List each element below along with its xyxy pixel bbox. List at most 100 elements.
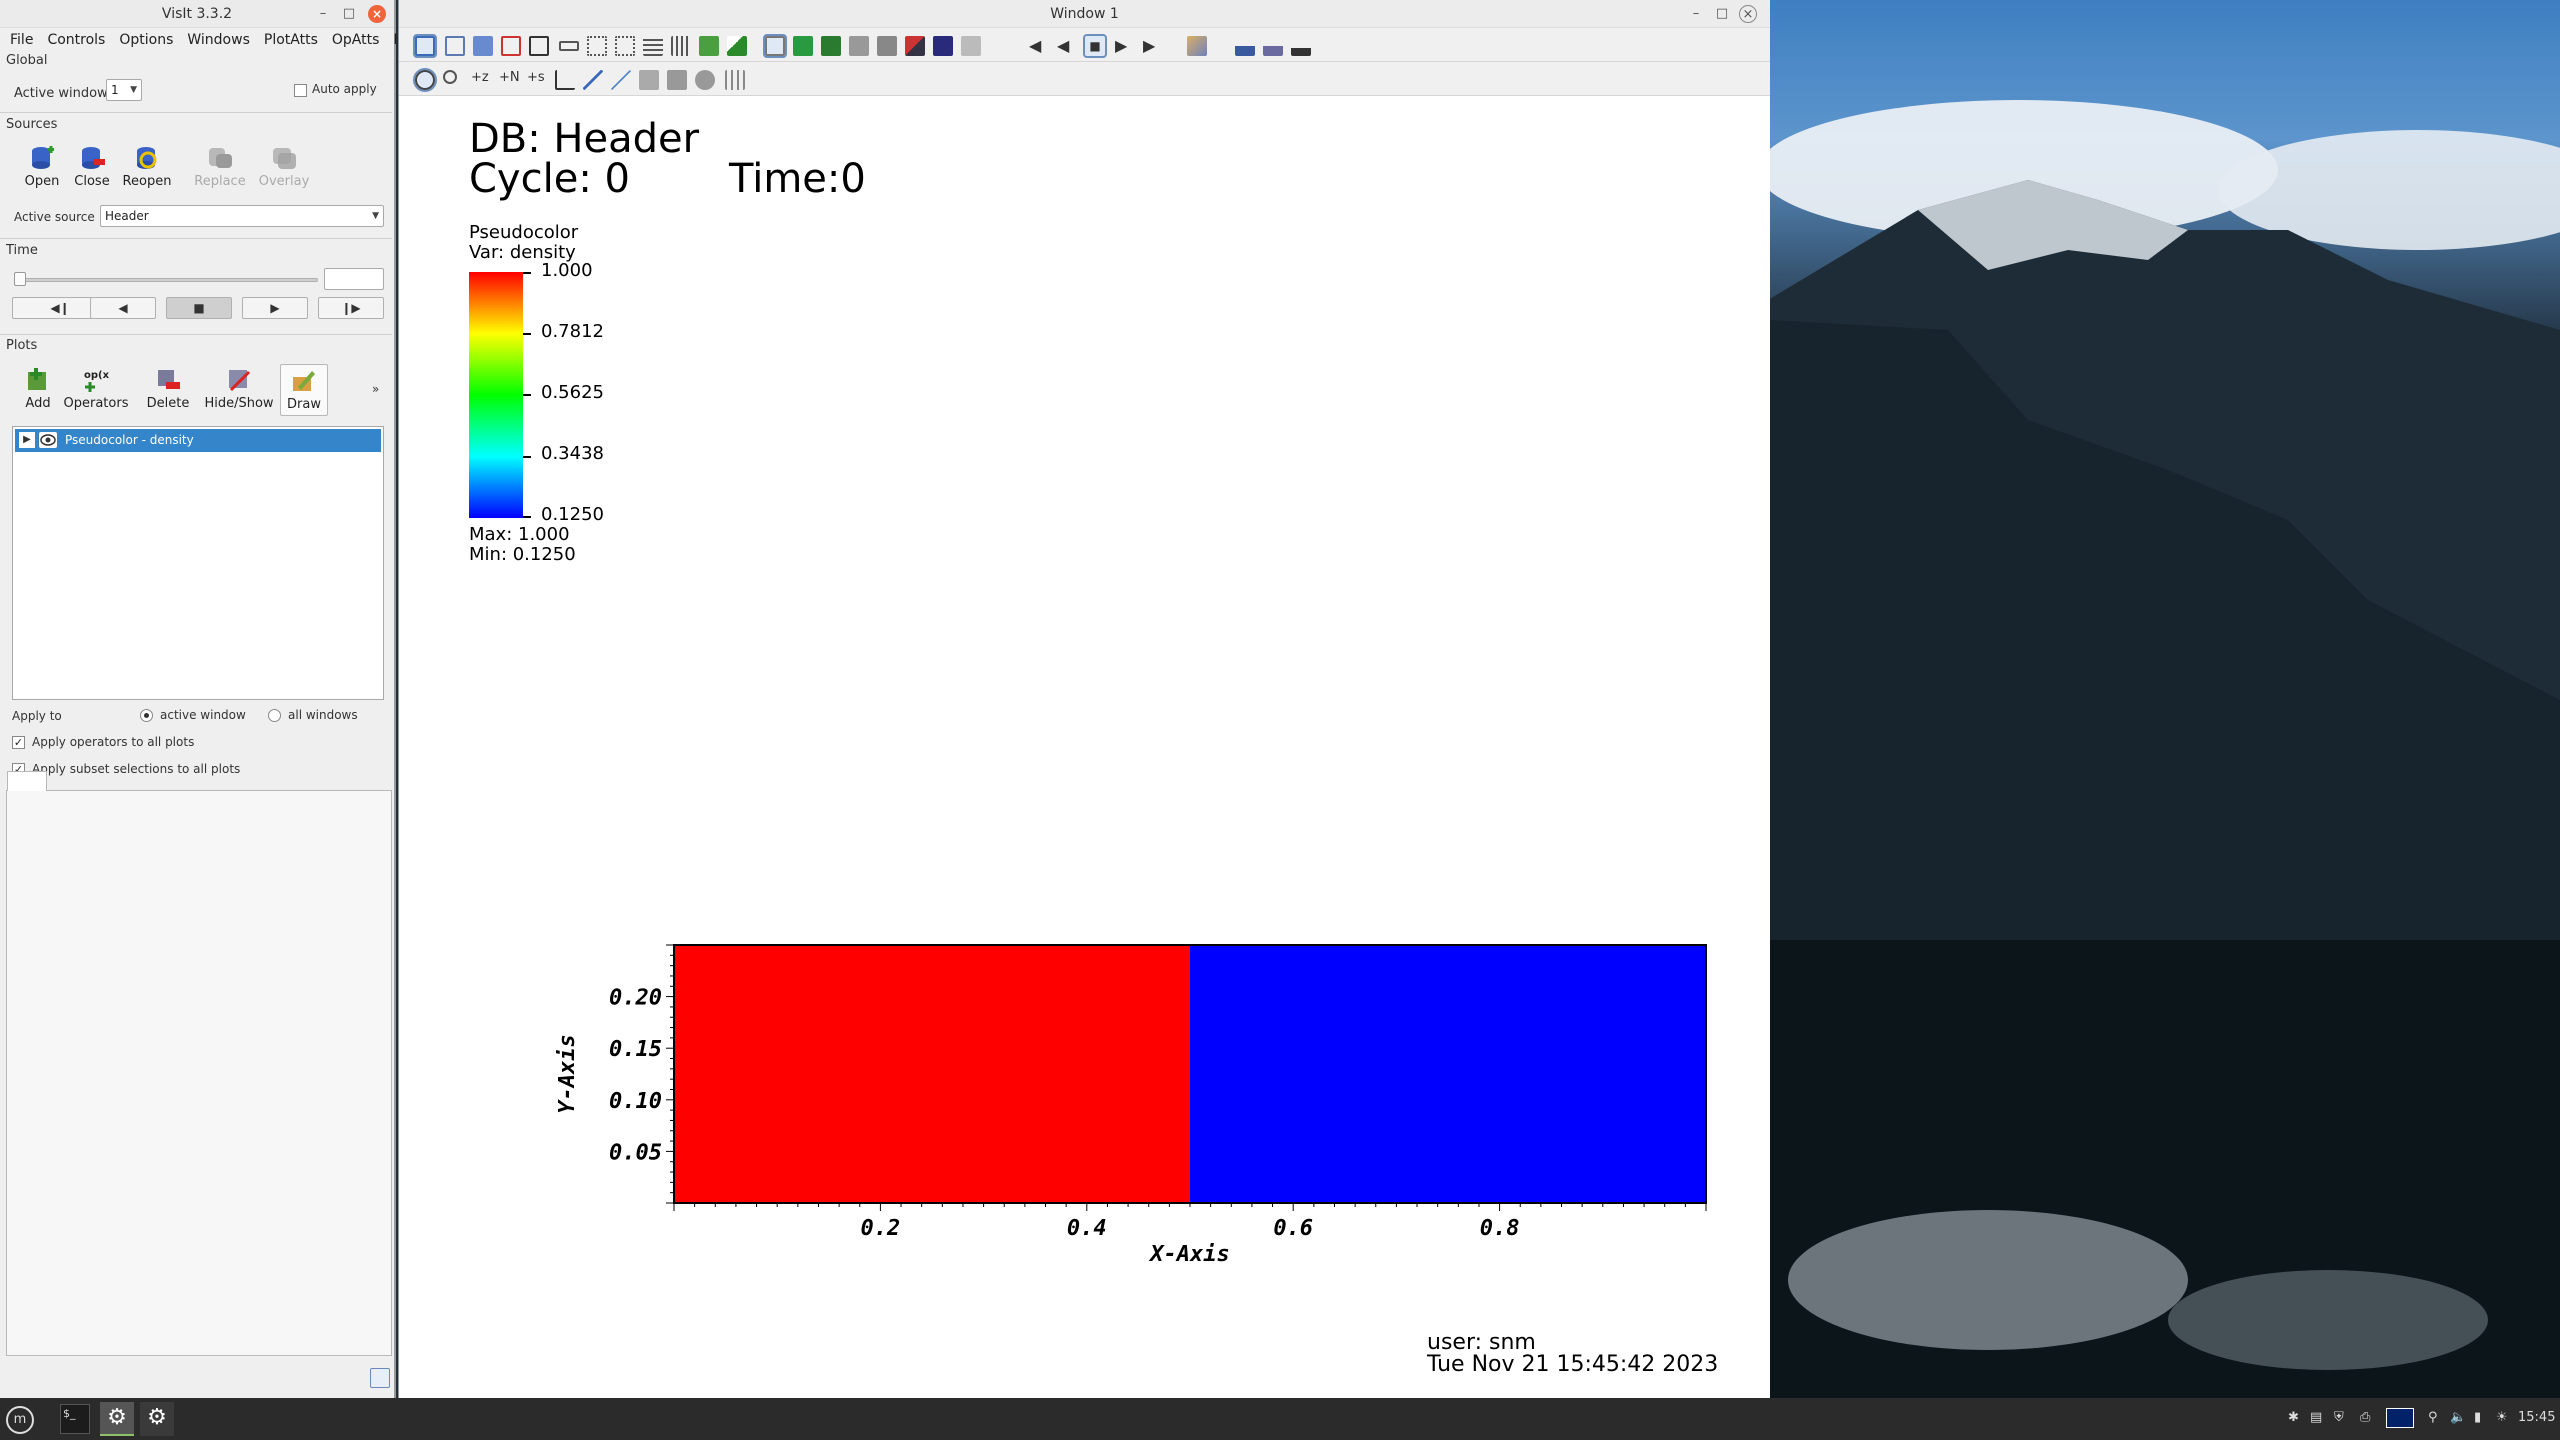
- line-icon[interactable]: [583, 70, 603, 90]
- close-icon[interactable]: ×: [1739, 5, 1757, 23]
- bluetooth-icon[interactable]: ✱: [2288, 1410, 2299, 1425]
- camera-icon[interactable]: [821, 36, 841, 56]
- close-button[interactable]: Close: [72, 144, 112, 189]
- play-button[interactable]: ▶: [242, 297, 308, 319]
- undo-view-icon[interactable]: [961, 36, 981, 56]
- draw-button[interactable]: Draw: [280, 364, 328, 416]
- output-indicator-icon[interactable]: [370, 1368, 390, 1388]
- visit-gear-icon[interactable]: ⚙: [100, 1402, 134, 1436]
- plot-list[interactable]: ▶ Pseudocolor - density: [12, 426, 384, 700]
- window-select-icon[interactable]: [413, 34, 437, 58]
- apply-operators-checkbox[interactable]: ✓: [12, 736, 25, 749]
- reopen-database-icon: [137, 147, 157, 169]
- uk-flag-icon[interactable]: [2386, 1408, 2414, 1428]
- time-state-field[interactable]: [324, 268, 384, 290]
- clone-window-icon[interactable]: [473, 36, 493, 56]
- auto-apply-checkbox[interactable]: [294, 84, 307, 97]
- minimize-icon[interactable]: –: [314, 5, 332, 23]
- maximize-icon[interactable]: □: [340, 5, 358, 23]
- lineout-z-icon[interactable]: +z: [471, 70, 491, 90]
- volume-icon[interactable]: 🔈: [2450, 1410, 2466, 1425]
- new-window-icon[interactable]: [445, 36, 465, 56]
- terminal-icon[interactable]: $_: [60, 1404, 90, 1434]
- expand-arrow-icon[interactable]: ▶: [19, 432, 35, 448]
- open-button[interactable]: Open: [22, 144, 62, 189]
- plot-visibility-icon[interactable]: [39, 432, 57, 448]
- print-icon[interactable]: [877, 36, 897, 56]
- invert-background-icon[interactable]: [933, 36, 953, 56]
- close-icon[interactable]: ×: [368, 5, 386, 23]
- shield-icon[interactable]: ⛨: [2334, 1410, 2344, 1425]
- sphere-icon[interactable]: [695, 70, 715, 90]
- menu-options[interactable]: Options: [113, 32, 181, 48]
- first-frame-icon[interactable]: ◀: [1029, 36, 1049, 56]
- layout-3x3-icon[interactable]: [671, 36, 691, 56]
- battery-icon[interactable]: ▮: [2474, 1410, 2481, 1425]
- more-plot-buttons[interactable]: »: [372, 382, 379, 396]
- lighting-icon[interactable]: [1235, 36, 1255, 56]
- replace-button[interactable]: Replace: [194, 144, 246, 189]
- render-icon[interactable]: [905, 36, 925, 56]
- apply-all-windows-radio[interactable]: [268, 709, 281, 722]
- navigate-icon[interactable]: [413, 68, 437, 92]
- active-plot-icon[interactable]: [699, 36, 719, 56]
- box-icon[interactable]: [639, 70, 659, 90]
- add-plot-button[interactable]: Add: [20, 366, 56, 411]
- reopen-button[interactable]: Reopen: [122, 144, 172, 189]
- network-icon[interactable]: ⚲: [2428, 1410, 2438, 1425]
- layout-2x2-icon[interactable]: [587, 36, 607, 56]
- active-window-select[interactable]: 1 ▼: [106, 79, 142, 101]
- material-icon[interactable]: [1291, 36, 1311, 56]
- layout-1x1-icon[interactable]: [529, 36, 549, 56]
- ruler-icon[interactable]: [611, 70, 631, 90]
- lineout-s-icon[interactable]: +s: [527, 70, 547, 90]
- time-slider-handle[interactable]: [14, 272, 26, 286]
- operators-button[interactable]: op(x) Operators: [62, 366, 130, 411]
- save-image-icon[interactable]: [849, 36, 869, 56]
- lineout-n-icon[interactable]: +N: [499, 70, 520, 90]
- layout-1x2-icon[interactable]: [559, 41, 579, 51]
- printer-icon[interactable]: ⎙: [2360, 1410, 2370, 1425]
- minimize-icon[interactable]: –: [1687, 5, 1705, 23]
- menu-controls[interactable]: Controls: [41, 32, 113, 48]
- menu-opatts[interactable]: OpAtts: [326, 32, 388, 48]
- layout-3x2-icon[interactable]: [643, 36, 663, 56]
- previous-frame-icon[interactable]: ◀: [1057, 36, 1077, 56]
- menu-plotatts[interactable]: PlotAtts: [258, 32, 326, 48]
- delete-window-icon[interactable]: [501, 36, 521, 56]
- clipboard-icon[interactable]: ▤: [2310, 1410, 2322, 1425]
- zoom-icon[interactable]: [443, 70, 457, 84]
- view-reset-icon[interactable]: [793, 36, 813, 56]
- render-canvas[interactable]: DB: Header Cycle: 0 Time:0 Pseudocolor V…: [399, 96, 1769, 1398]
- replace-button-label: Replace: [194, 174, 246, 189]
- step-forward-button[interactable]: ❙▶: [318, 297, 384, 319]
- plane-icon[interactable]: [667, 70, 687, 90]
- annotation-icon[interactable]: [1187, 36, 1207, 56]
- last-frame-icon[interactable]: ▶: [1143, 36, 1163, 56]
- overlay-button[interactable]: Overlay: [256, 144, 312, 189]
- menu-windows[interactable]: Windows: [181, 32, 258, 48]
- maximize-icon[interactable]: □: [1713, 5, 1731, 23]
- plot-list-item[interactable]: ▶ Pseudocolor - density: [15, 429, 381, 452]
- start-menu-icon[interactable]: m: [6, 1406, 34, 1434]
- axis-restrict-icon[interactable]: [725, 70, 745, 90]
- hide-show-button[interactable]: Hide/Show: [204, 366, 274, 411]
- apply-active-window-radio[interactable]: [140, 709, 153, 722]
- lineout-curve-icon[interactable]: [555, 70, 575, 90]
- play-backward-button[interactable]: ◀: [90, 297, 156, 319]
- lock-view-icon[interactable]: [763, 34, 787, 58]
- layout-2x3-icon[interactable]: [615, 36, 635, 56]
- tools-icon[interactable]: [1263, 36, 1283, 56]
- delete-plot-button[interactable]: Delete: [144, 366, 192, 411]
- time-slider-track[interactable]: [14, 278, 318, 282]
- next-frame-icon[interactable]: ▶: [1115, 36, 1135, 56]
- stop-button[interactable]: ■: [166, 297, 232, 319]
- visit-viewer-gear-icon[interactable]: ⚙: [140, 1402, 174, 1436]
- active-source-select[interactable]: Header ▼: [100, 205, 384, 227]
- info-tab[interactable]: [7, 771, 47, 791]
- stop-animation-icon[interactable]: ■: [1083, 34, 1107, 58]
- pick-icon[interactable]: [727, 36, 747, 56]
- brightness-icon[interactable]: ☀: [2496, 1410, 2508, 1425]
- clock[interactable]: 15:45: [2518, 1410, 2555, 1425]
- menu-file[interactable]: File: [4, 32, 41, 48]
